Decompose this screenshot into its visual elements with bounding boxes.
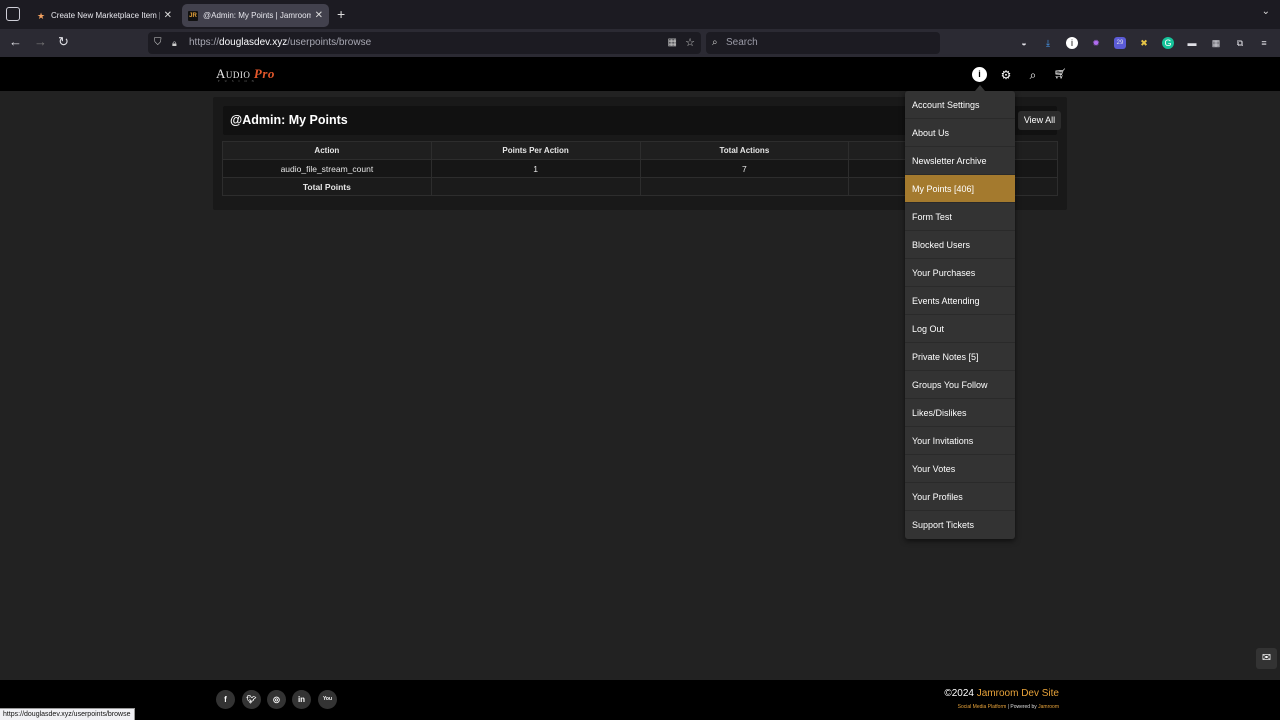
site-footer: f 🐦︎ ◎ in You ©2024 Jamroom Dev Site Soc… [0,680,1280,720]
pocket-icon[interactable]: ◒ [1018,37,1030,49]
extension-badge-count: 29 [1116,40,1124,46]
column-header: Action [222,141,432,160]
menu-item-support-tickets[interactable]: Support Tickets [905,511,1015,539]
grid-extension-icon[interactable]: ▦ [1210,37,1222,49]
menu-item-your-purchases[interactable]: Your Purchases [905,259,1015,287]
url-text: https://douglasdev.xyz/userpoints/browse [189,37,372,48]
bookmark-star-icon[interactable]: ☆ [685,32,695,54]
new-tab-button[interactable]: + [337,6,345,22]
user-extension-icon[interactable]: i [1066,37,1078,49]
tab-title: @Admin: My Points | Jamroom D [203,11,311,20]
forward-arrow-icon[interactable]: → [34,34,47,49]
site-logo[interactable]: Audio Pro FUSION [216,66,275,83]
tab-list-icon[interactable] [6,7,20,21]
url-bar[interactable]: ⛉ 🔒︎ https://douglasdev.xyz/userpoints/b… [148,32,701,54]
search-icon: ⌕ [712,37,718,48]
linkedin-icon[interactable]: in [292,690,311,709]
gear-icon[interactable]: ⚙ [999,68,1013,82]
browser-tab-my-points[interactable]: JR @Admin: My Points | Jamroom D ✕ [182,4,329,27]
tab-title: Create New Marketplace Item | [51,11,160,20]
menu-item-your-votes[interactable]: Your Votes [905,455,1015,483]
chat-icon[interactable]: ✉ [1256,648,1277,669]
menu-item-blocked-users[interactable]: Blocked Users [905,231,1015,259]
youtube-label: You [322,696,333,702]
site-header: Audio Pro FUSION i ⚙ ⌕ 🛒︎ [0,57,1280,91]
close-icon[interactable]: ✕ [315,10,323,21]
twitter-icon[interactable]: 🐦︎ [242,690,261,709]
menu-item-groups-you-follow[interactable]: Groups You Follow [905,371,1015,399]
menu-item-private-notes[interactable]: Private Notes [5] [905,343,1015,371]
table-cell: 7 [639,159,850,178]
table-cell [639,177,850,196]
gear-extension-icon[interactable]: ✹ [1090,37,1102,49]
hamburger-menu-icon[interactable]: ≡ [1258,37,1270,49]
browser-tab-bar: ★ Create New Marketplace Item | ✕ JR @Ad… [0,0,1280,29]
back-arrow-icon[interactable]: ← [9,34,22,49]
menu-item-about-us[interactable]: About Us [905,119,1015,147]
lock-icon[interactable]: 🔒︎ [172,32,177,54]
grammarly-icon[interactable]: G [1162,37,1174,49]
table-cell [430,177,641,196]
link-status-bar: https://douglasdev.xyz/userpoints/browse [0,708,135,720]
menu-item-events-attending[interactable]: Events Attending [905,287,1015,315]
menu-item-log-out[interactable]: Log Out [905,315,1015,343]
copyright: ©2024 Jamroom Dev Site [944,688,1059,699]
search-icon[interactable]: ⌕ [1026,68,1040,82]
jamroom-link[interactable]: Jamroom [1038,704,1059,710]
social-media-platform-link[interactable]: Social Media Platform [958,704,1007,710]
instagram-icon[interactable]: ◎ [267,690,286,709]
extensions-puzzle-icon[interactable]: ⧉ [1234,37,1246,49]
close-icon[interactable]: ✕ [164,10,172,21]
menu-item-your-profiles[interactable]: Your Profiles [905,483,1015,511]
youtube-icon[interactable]: You [318,690,337,709]
total-label: Total Points [222,177,432,196]
extension-badge-icon[interactable]: 29 [1114,37,1126,49]
cart-icon[interactable]: 🛒︎ [1053,68,1067,82]
jamroom-favicon-icon: JR [188,10,198,21]
user-dropdown-menu: Account Settings About Us Newsletter Arc… [905,91,1015,539]
column-header: Total Actions [639,141,850,160]
browser-nav-bar: ← → ↻ ⛉ 🔒︎ https://douglasdev.xyz/userpo… [0,29,1280,57]
facebook-icon[interactable]: f [216,690,235,709]
search-placeholder: Search [726,37,758,48]
reload-icon[interactable]: ↻ [58,34,69,50]
page-title: @Admin: My Points [230,113,348,127]
column-header: Points Per Action [430,141,641,160]
view-all-button[interactable]: View All [1018,111,1061,130]
card-extension-icon[interactable]: ▬ [1186,37,1198,49]
qr-code-icon[interactable]: ▦ [668,32,677,54]
menu-item-your-invitations[interactable]: Your Invitations [905,427,1015,455]
table-cell: 1 [430,159,641,178]
menu-item-my-points[interactable]: My Points [406] [905,175,1015,203]
star-favicon-icon: ★ [36,10,46,21]
browser-tab-marketplace[interactable]: ★ Create New Marketplace Item | ✕ [30,4,178,27]
menu-item-newsletter-archive[interactable]: Newsletter Archive [905,147,1015,175]
menu-item-account-settings[interactable]: Account Settings [905,91,1015,119]
site-name-link[interactable]: Jamroom Dev Site [977,688,1059,699]
powered-by: Social Media Platform | Powered by Jamro… [957,704,1059,710]
download-icon[interactable]: ⤓ [1042,37,1054,49]
tracking-shield-icon[interactable]: ⛉ [154,32,162,54]
menu-item-likes-dislikes[interactable]: Likes/Dislikes [905,399,1015,427]
user-menu-icon[interactable]: i [972,67,987,82]
tools-extension-icon[interactable]: ✖ [1138,37,1150,49]
table-cell: audio_file_stream_count [222,159,432,178]
search-input[interactable]: ⌕ Search [706,32,940,54]
menu-item-form-test[interactable]: Form Test [905,203,1015,231]
chevron-down-icon[interactable]: ⌄ [1262,6,1270,17]
